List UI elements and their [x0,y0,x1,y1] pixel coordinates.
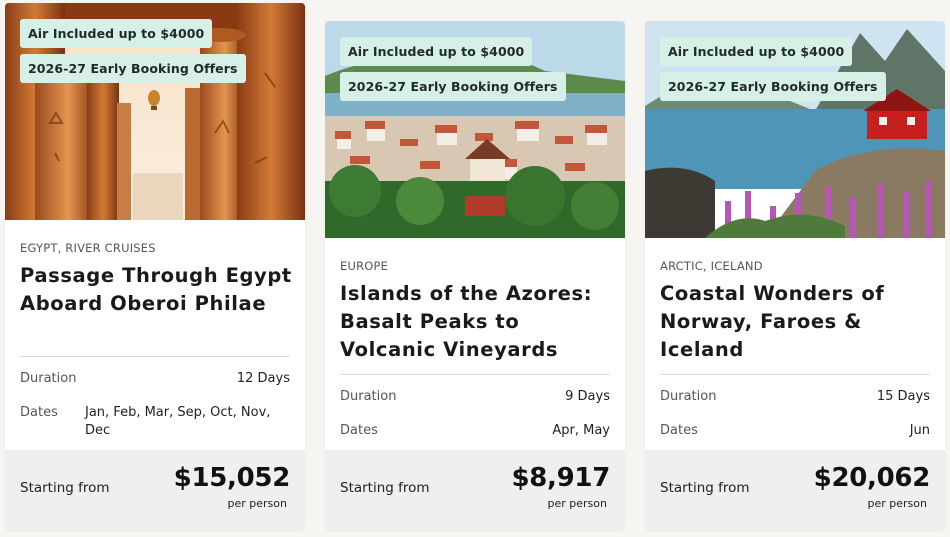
starting-from-label: Starting from [20,480,110,496]
divider [20,356,290,357]
divider [340,374,610,375]
duration-value: 12 Days [236,371,290,386]
promo-badge-early-booking: 2026-27 Early Booking Offers [20,54,246,83]
trip-title-line: Passage Through Egypt [20,264,292,287]
dates-value: Jan, Feb, Mar, Sep, Oct, Nov, Dec [85,405,271,438]
trip-title[interactable]: Coastal Wonders of Norway, Faroes & Icel… [660,280,935,364]
trip-title-line: Islands of the Azores: [340,282,593,305]
duration-label: Duration [340,389,397,404]
price-value: $20,062 [813,463,931,493]
starting-from-label: Starting from [340,480,430,496]
price-footer: Starting from $8,917 per person [325,450,625,530]
trip-title-line: Coastal Wonders of [660,282,885,305]
trip-card-norway[interactable]: Air Included up to $4000 2026-27 Early B… [645,21,945,530]
dates-label: Dates [20,405,58,420]
dates-value: Apr, May [552,423,610,438]
starting-from-label: Starting from [660,480,750,496]
promo-badge-air-included: Air Included up to $4000 [20,19,213,48]
divider [660,374,930,375]
price-footer: Starting from $20,062 per person [645,450,945,530]
trip-photo-azores-town[interactable]: Air Included up to $4000 2026-27 Early B… [325,21,625,238]
price-value: $8,917 [511,463,610,493]
promo-badge-early-booking: 2026-27 Early Booking Offers [340,72,566,101]
trip-title[interactable]: Islands of the Azores: Basalt Peaks to V… [340,280,615,364]
duration-value: 9 Days [565,389,610,404]
promo-badge-air-included: Air Included up to $4000 [660,37,853,66]
trip-title[interactable]: Passage Through Egypt Aboard Oberoi Phil… [20,262,295,318]
trip-title-line: Volcanic Vineyards [340,338,559,361]
trip-region: ARCTIC, ICELAND [660,259,763,273]
promo-badge-early-booking: 2026-27 Early Booking Offers [660,72,886,101]
trip-card-azores[interactable]: Air Included up to $4000 2026-27 Early B… [325,21,625,530]
dates-label: Dates [660,423,698,438]
trip-region: EGYPT, RIVER CRUISES [20,241,156,255]
promo-badge-air-included: Air Included up to $4000 [340,37,533,66]
per-person-label: per person [547,497,607,510]
duration-label: Duration [660,389,717,404]
trip-title-line: Aboard Oberoi Philae [20,292,267,315]
duration-value: 15 Days [876,389,930,404]
trip-title-line: Basalt Peaks to [340,310,520,333]
per-person-label: per person [227,497,287,510]
dates-value: Jun [909,423,930,438]
dates-label: Dates [340,423,378,438]
trip-title-line: Norway, Faroes & Iceland [660,310,862,361]
price-value: $15,052 [173,463,291,493]
trip-photo-egypt-temple[interactable]: Air Included up to $4000 2026-27 Early B… [5,3,305,220]
price-footer: Starting from $15,052 per person [5,450,305,530]
trip-region: EUROPE [340,259,389,273]
trip-card-egypt[interactable]: Air Included up to $4000 2026-27 Early B… [5,3,305,530]
trip-photo-norway-fjord[interactable]: Air Included up to $4000 2026-27 Early B… [645,21,945,238]
duration-label: Duration [20,371,77,386]
per-person-label: per person [867,497,927,510]
